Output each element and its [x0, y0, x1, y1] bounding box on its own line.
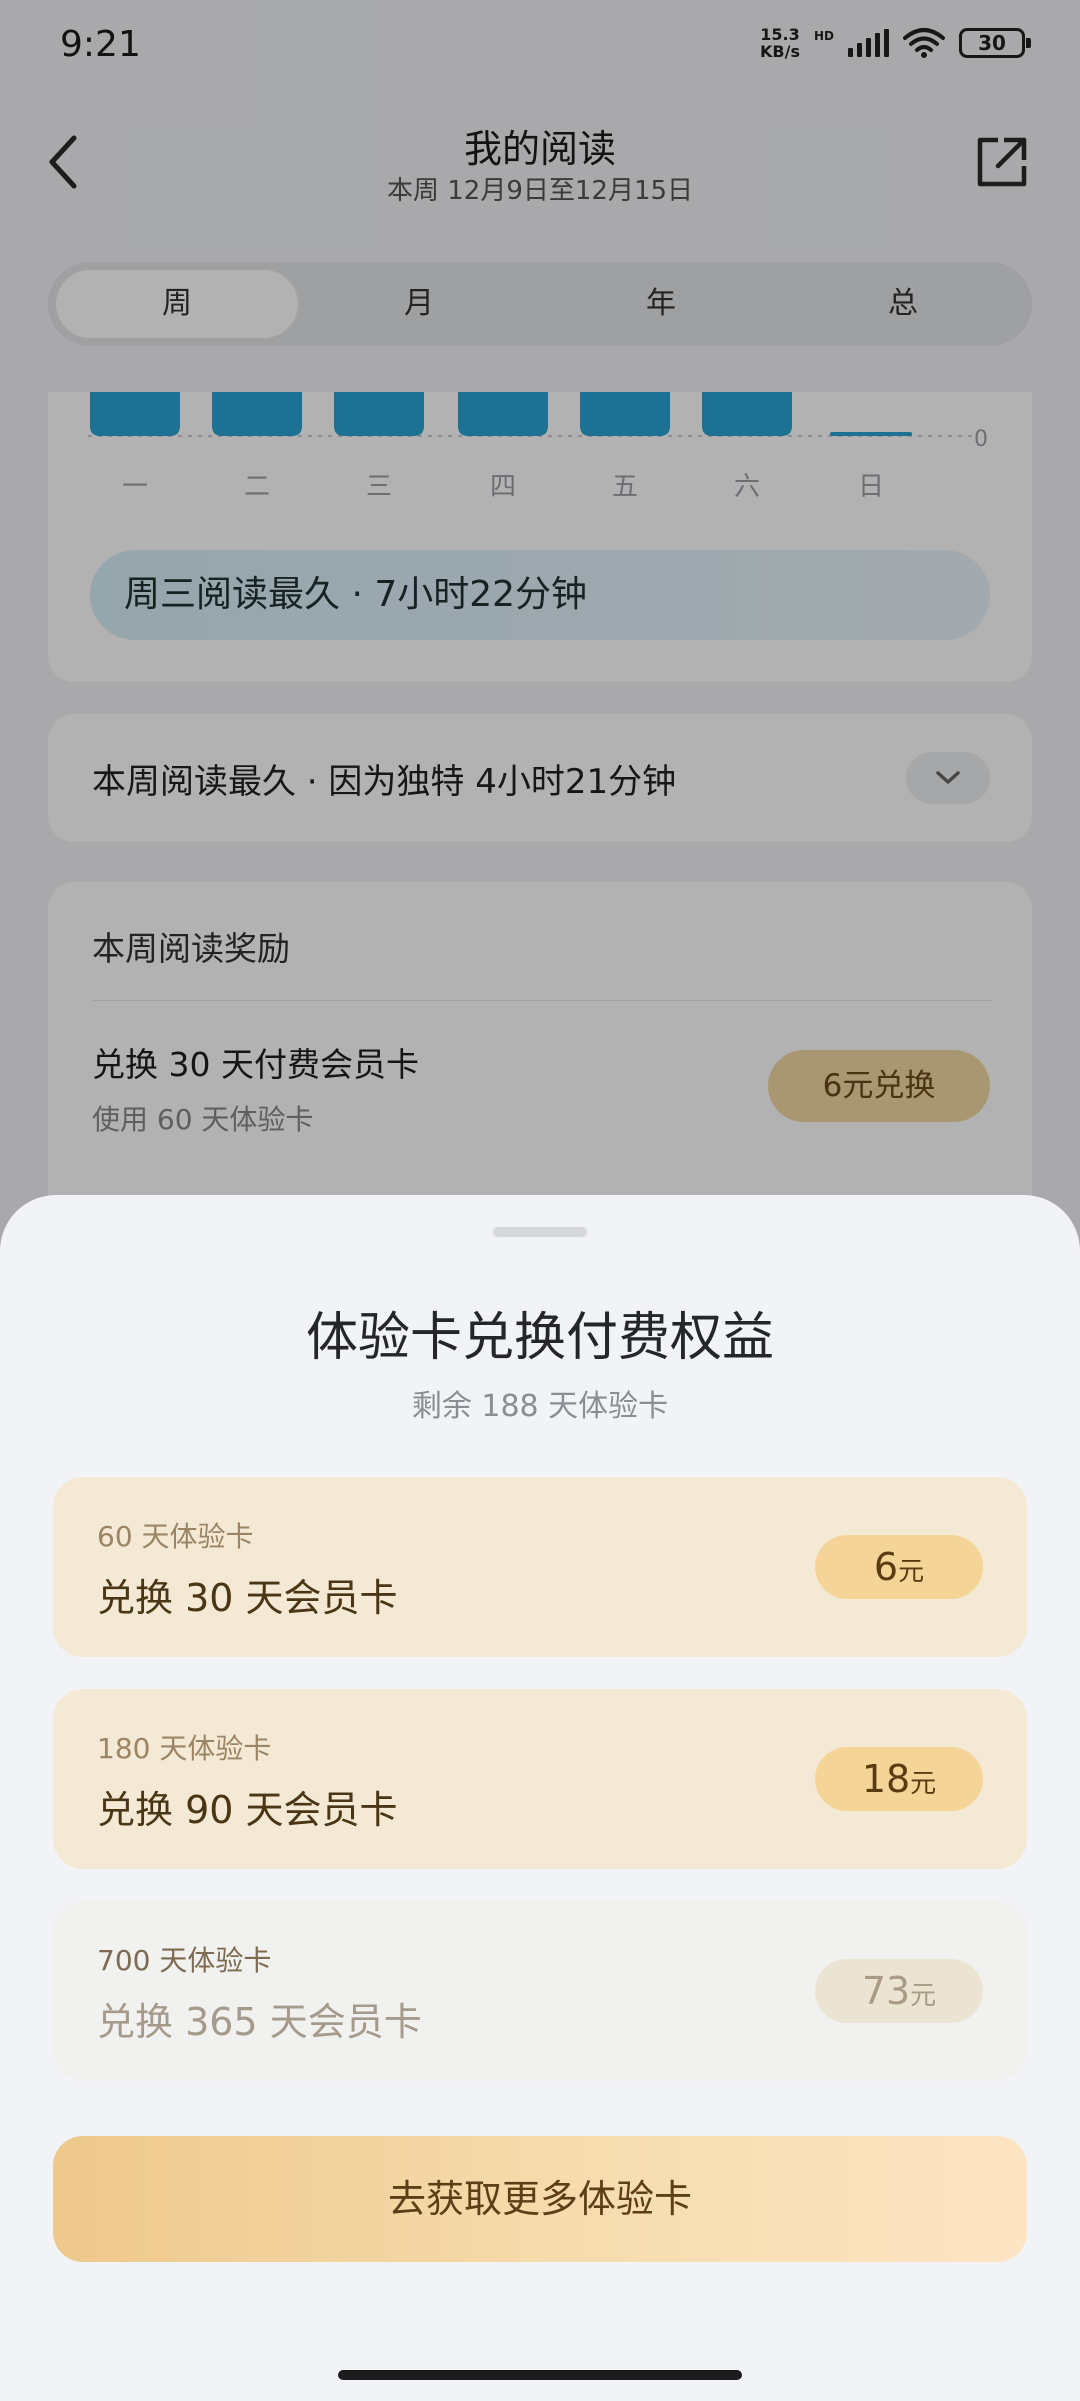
home-indicator[interactable]	[338, 2370, 742, 2380]
option-name: 兑换 30 天会员卡	[97, 1576, 398, 1620]
price-unit: 元	[898, 1557, 925, 1587]
redeem-option[interactable]: 180 天体验卡 兑换 90 天会员卡 18元	[53, 1689, 1027, 1869]
sheet-subtitle: 剩余 188 天体验卡	[411, 1389, 669, 1424]
get-more-cards-button[interactable]: 去获取更多体验卡	[53, 2136, 1027, 2262]
price-unit: 元	[910, 1769, 937, 1799]
option-cost: 700 天体验卡	[97, 1944, 272, 1977]
option-price-button[interactable]: 18元	[815, 1747, 983, 1811]
option-name: 兑换 365 天会员卡	[97, 2000, 422, 2044]
price-value: 73	[861, 1969, 911, 2013]
option-cost: 180 天体验卡	[97, 1732, 272, 1765]
option-price-button[interactable]: 73元	[815, 1959, 983, 2023]
option-name: 兑换 90 天会员卡	[97, 1788, 398, 1832]
option-price-button[interactable]: 6元	[815, 1535, 983, 1599]
price-value: 18	[861, 1757, 911, 1801]
price-value: 6	[873, 1545, 899, 1589]
price-unit: 元	[910, 1981, 937, 2011]
redeem-bottom-sheet: 体验卡兑换付费权益 剩余 188 天体验卡 60 天体验卡 兑换 30 天会员卡…	[0, 1195, 1080, 2401]
redeem-option-disabled[interactable]: 700 天体验卡 兑换 365 天会员卡 73元	[53, 1901, 1027, 2081]
sheet-title: 体验卡兑换付费权益	[305, 1308, 774, 1368]
option-cost: 60 天体验卡	[97, 1520, 254, 1553]
sheet-grabber[interactable]	[493, 1227, 587, 1237]
redeem-option[interactable]: 60 天体验卡 兑换 30 天会员卡 6元	[53, 1477, 1027, 1657]
